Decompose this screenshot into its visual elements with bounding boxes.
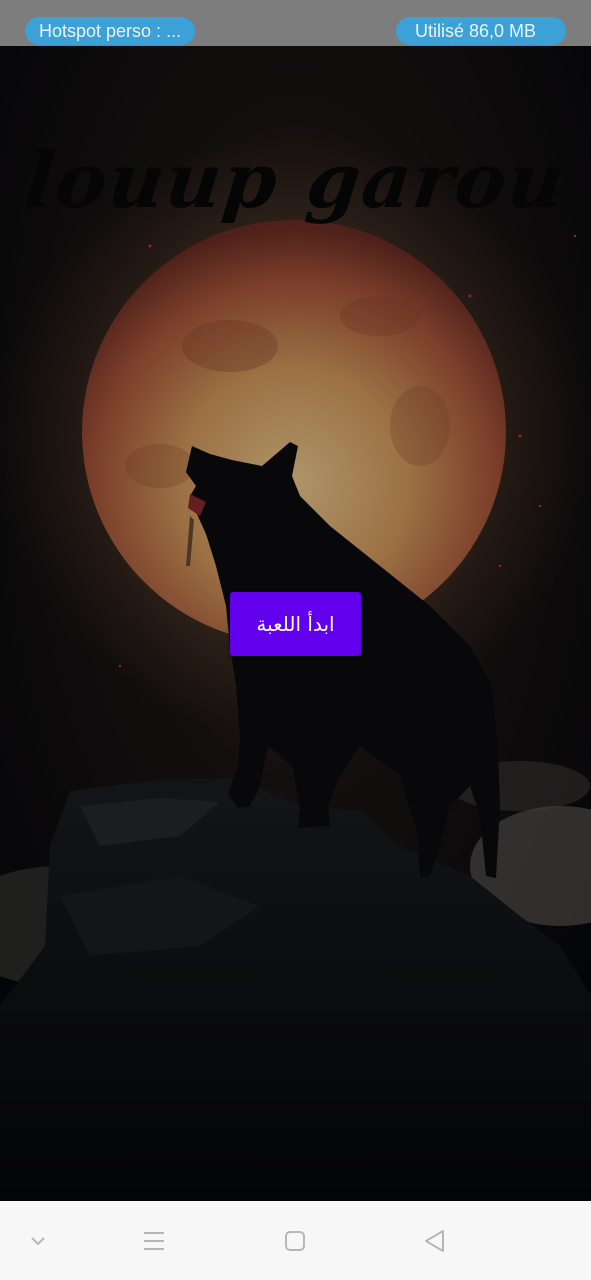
navigation-bar bbox=[0, 1201, 591, 1280]
chevron-down-icon[interactable] bbox=[22, 1225, 54, 1257]
start-game-button[interactable]: ابدأ اللعبة bbox=[230, 592, 361, 656]
data-usage-pill[interactable]: Utilisé 86,0 MB bbox=[396, 17, 566, 45]
game-title: louup garou bbox=[20, 136, 571, 225]
menu-icon[interactable] bbox=[138, 1225, 170, 1257]
back-triangle-icon[interactable] bbox=[419, 1225, 451, 1257]
status-bar: Hotspot perso : ... Utilisé 86,0 MB bbox=[0, 0, 591, 46]
app-content: louup garou ابدأ اللعبة bbox=[0, 46, 591, 1201]
home-square-icon[interactable] bbox=[279, 1225, 311, 1257]
phone-screen: Hotspot perso : ... Utilisé 86,0 MB louu… bbox=[0, 0, 591, 1280]
hotspot-pill[interactable]: Hotspot perso : ... bbox=[25, 17, 195, 45]
